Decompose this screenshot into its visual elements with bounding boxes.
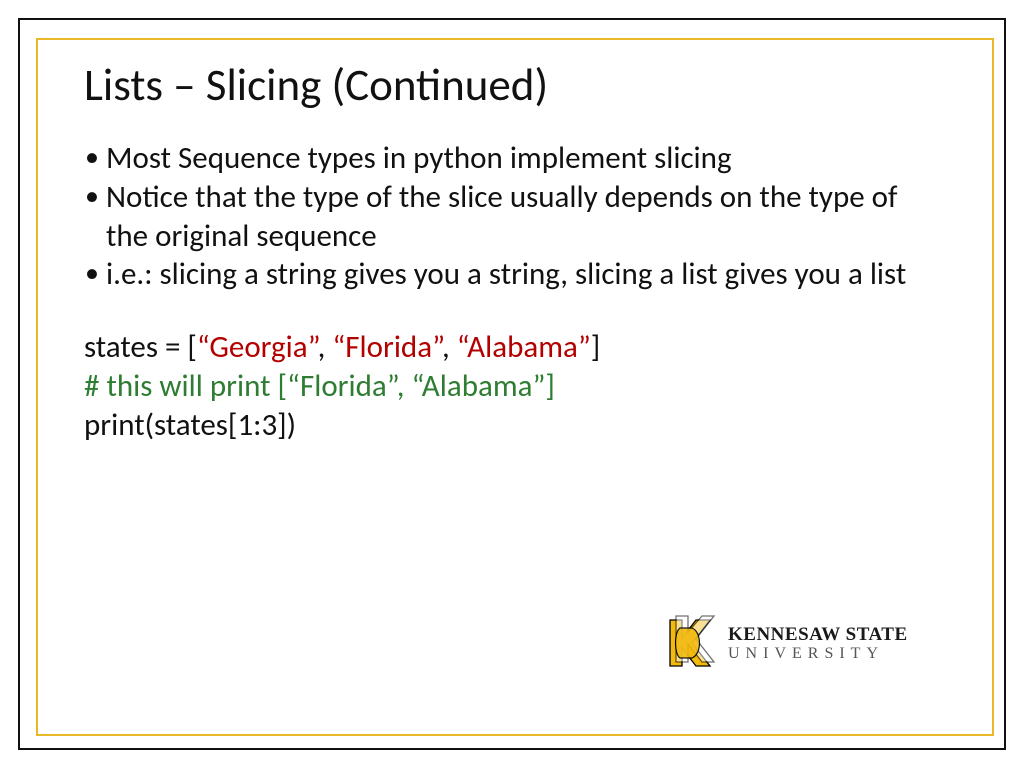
code-string: “Alabama” [457, 328, 591, 366]
code-string: “Georgia” [197, 328, 318, 366]
bullet-item: Notice that the type of the slice usuall… [84, 178, 944, 256]
code-line-2: # this will print [“Florida”, “Alabama”] [84, 367, 944, 406]
code-line-3: print(states[1:3]) [84, 406, 944, 445]
code-text: , [318, 328, 333, 366]
code-example: states = [“Georgia”, “Florida”, “Alabama… [84, 328, 944, 444]
code-text: print(states[1:3]) [84, 406, 296, 444]
code-comment: # this will print [“Florida”, “Alabama”] [84, 367, 555, 405]
code-string: “Florida” [332, 328, 442, 366]
slide-title: Lists – Slicing (Continued) [84, 58, 944, 113]
logo-text: KENNESAW STATE UNIVERSITY [728, 625, 908, 662]
bullet-item: i.e.: slicing a string gives you a strin… [84, 255, 944, 294]
code-text: states = [ [84, 328, 197, 366]
logo-line-1: KENNESAW STATE [728, 625, 908, 644]
bullet-list: Most Sequence types in python implement … [84, 139, 944, 294]
code-text: , [442, 328, 457, 366]
bullet-item: Most Sequence types in python implement … [84, 139, 944, 178]
slide-content: Lists – Slicing (Continued) Most Sequenc… [84, 58, 944, 444]
university-logo: KENNESAW STATE UNIVERSITY [662, 614, 962, 672]
code-text: ] [591, 328, 601, 366]
ks-monogram-icon [662, 614, 718, 672]
code-line-1: states = [“Georgia”, “Florida”, “Alabama… [84, 328, 944, 367]
logo-line-2: UNIVERSITY [728, 646, 908, 662]
